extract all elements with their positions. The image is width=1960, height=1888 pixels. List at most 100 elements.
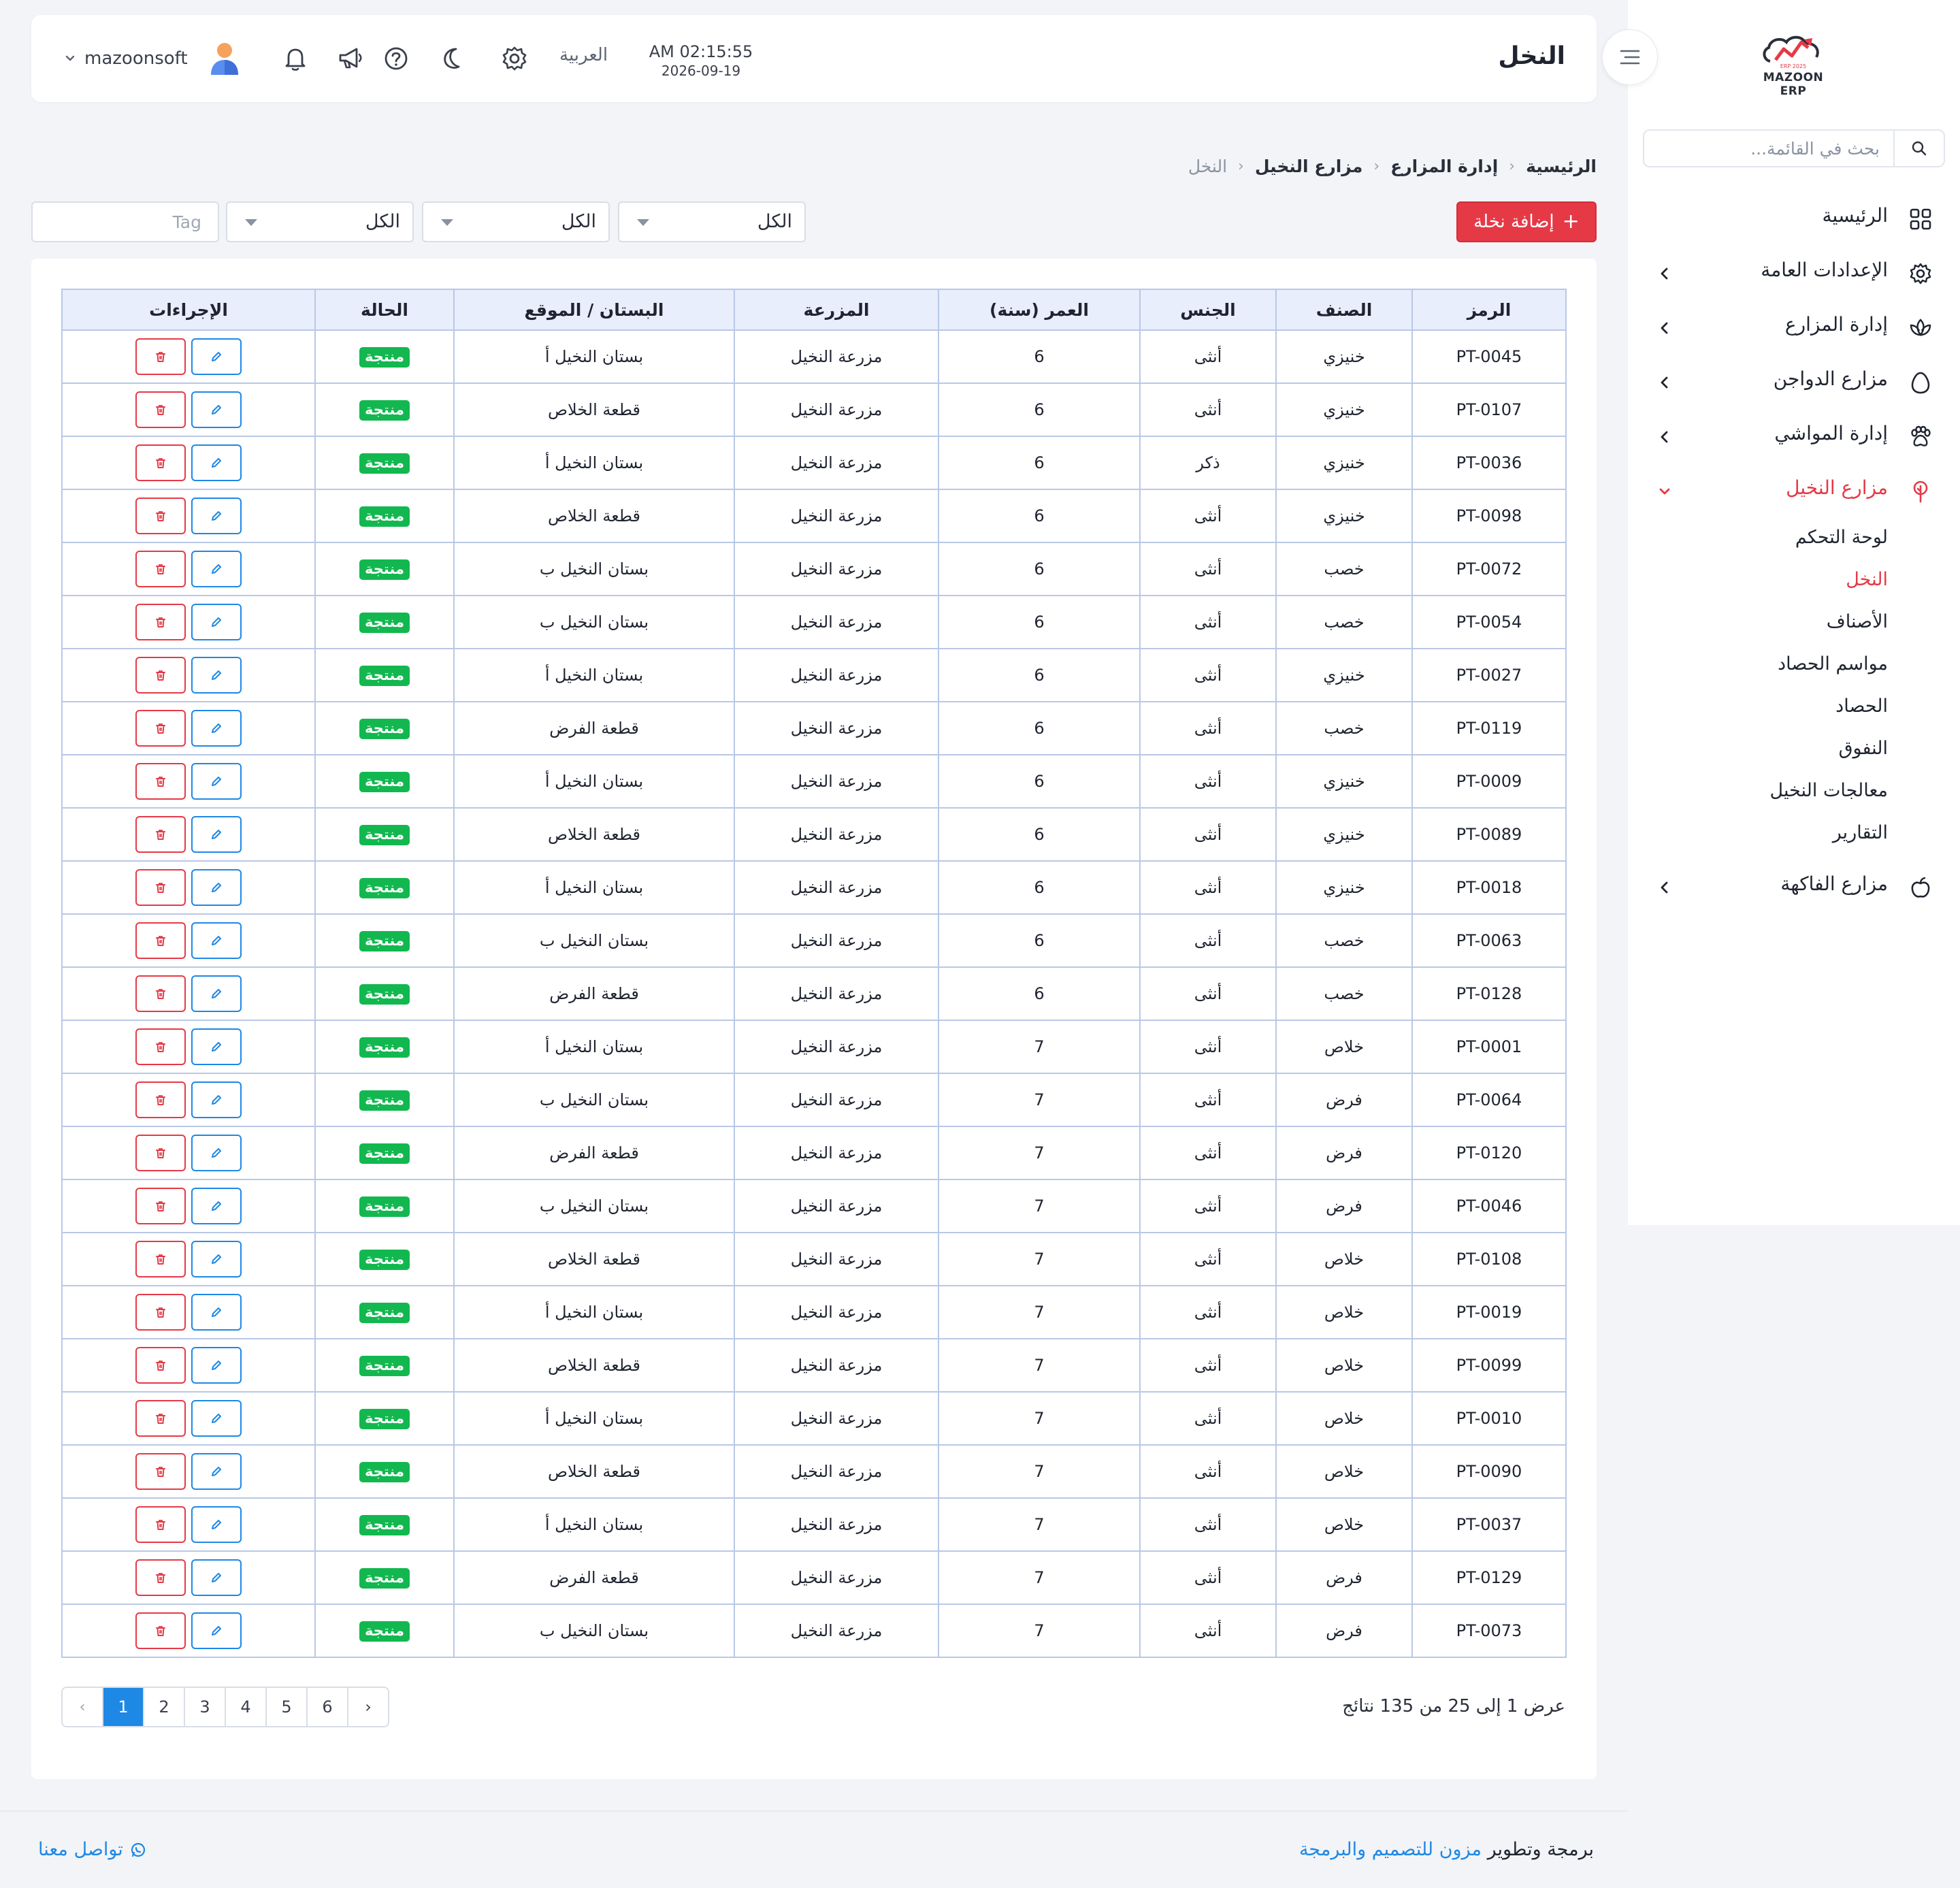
- edit-button[interactable]: [191, 338, 242, 375]
- sidebar-sub-harvest-seasons[interactable]: مواسم الحصاد: [1628, 645, 1960, 687]
- delete-button[interactable]: [135, 338, 186, 375]
- edit-button[interactable]: [191, 1347, 242, 1384]
- delete-button[interactable]: [135, 816, 186, 853]
- edit-button[interactable]: [191, 710, 242, 747]
- sidebar-search[interactable]: بحث في القائمة...: [1643, 129, 1945, 167]
- sidebar-sub-treatments[interactable]: معالجات النخيل: [1628, 772, 1960, 814]
- edit-button[interactable]: [191, 816, 242, 853]
- search-icon[interactable]: [1893, 131, 1944, 166]
- edit-button[interactable]: [191, 975, 242, 1012]
- col-header-location[interactable]: البستان / الموقع: [453, 289, 735, 331]
- edit-button[interactable]: [191, 604, 242, 640]
- delete-button[interactable]: [135, 391, 186, 428]
- delete-button[interactable]: [135, 1400, 186, 1437]
- sidebar-sub-reports[interactable]: التقارير: [1628, 814, 1960, 856]
- sidebar-sub-varieties[interactable]: الأصناف: [1628, 603, 1960, 645]
- sidebar-item-home[interactable]: الرئيسية: [1628, 192, 1960, 246]
- bell-icon[interactable]: [280, 44, 310, 74]
- cell-code[interactable]: PT-0064: [1411, 1073, 1567, 1127]
- sidebar-toggle-button[interactable]: [1602, 29, 1658, 85]
- delete-button[interactable]: [135, 1612, 186, 1649]
- cell-code[interactable]: PT-0098: [1411, 489, 1567, 543]
- edit-button[interactable]: [191, 1612, 242, 1649]
- col-header-gender[interactable]: الجنس: [1139, 289, 1277, 331]
- delete-button[interactable]: [135, 604, 186, 640]
- delete-button[interactable]: [135, 1188, 186, 1224]
- cell-code[interactable]: PT-0099: [1411, 1338, 1567, 1393]
- filter-select-2[interactable]: الكل: [422, 201, 610, 242]
- edit-button[interactable]: [191, 1294, 242, 1331]
- edit-button[interactable]: [191, 1241, 242, 1277]
- delete-button[interactable]: [135, 922, 186, 959]
- cell-code[interactable]: PT-0090: [1411, 1444, 1567, 1499]
- col-header-code[interactable]: الرمز: [1411, 289, 1567, 331]
- delete-button[interactable]: [135, 1241, 186, 1277]
- gear-icon[interactable]: [500, 44, 529, 74]
- cell-code[interactable]: PT-0054: [1411, 595, 1567, 649]
- help-icon[interactable]: [381, 44, 411, 74]
- cell-code[interactable]: PT-0089: [1411, 807, 1567, 862]
- sidebar-item-livestock[interactable]: إدارة المواشي: [1628, 410, 1960, 464]
- edit-button[interactable]: [191, 444, 242, 481]
- cell-code[interactable]: PT-0001: [1411, 1020, 1567, 1074]
- megaphone-icon[interactable]: [335, 44, 365, 74]
- col-header-age[interactable]: العمر (سنة): [938, 289, 1141, 331]
- sidebar-item-general-settings[interactable]: الإعدادات العامة: [1628, 246, 1960, 301]
- cell-code[interactable]: PT-0128: [1411, 966, 1567, 1021]
- pagination-prev[interactable]: ‹: [63, 1688, 103, 1726]
- delete-button[interactable]: [135, 444, 186, 481]
- sidebar-sub-palms[interactable]: النخل: [1628, 561, 1960, 603]
- edit-button[interactable]: [191, 763, 242, 800]
- user-menu[interactable]: mazoonsoft: [63, 41, 241, 76]
- cell-code[interactable]: PT-0108: [1411, 1232, 1567, 1286]
- edit-button[interactable]: [191, 391, 242, 428]
- col-header-farm[interactable]: المزرعة: [734, 289, 939, 331]
- cell-code[interactable]: PT-0019: [1411, 1285, 1567, 1339]
- edit-button[interactable]: [191, 1400, 242, 1437]
- sidebar-sub-mortality[interactable]: النفوق: [1628, 730, 1960, 772]
- cell-code[interactable]: PT-0010: [1411, 1391, 1567, 1446]
- cell-code[interactable]: PT-0107: [1411, 383, 1567, 437]
- sidebar-sub-harvest[interactable]: الحصاد: [1628, 687, 1960, 730]
- pagination-page[interactable]: 5: [267, 1688, 308, 1726]
- footer-credit-link[interactable]: مزون للتصميم والبرمجة: [1299, 1839, 1482, 1860]
- delete-button[interactable]: [135, 975, 186, 1012]
- edit-button[interactable]: [191, 1081, 242, 1118]
- pagination-page[interactable]: 2: [144, 1688, 185, 1726]
- cell-code[interactable]: PT-0072: [1411, 542, 1567, 596]
- sidebar-item-palm-farms[interactable]: مزارع النخيل: [1628, 464, 1960, 519]
- add-palm-button[interactable]: + إضافة نخلة: [1456, 201, 1597, 242]
- cell-code[interactable]: PT-0018: [1411, 860, 1567, 915]
- delete-button[interactable]: [135, 1081, 186, 1118]
- pagination-page[interactable]: 1: [103, 1688, 144, 1726]
- edit-button[interactable]: [191, 1028, 242, 1065]
- sidebar-sub-dashboard[interactable]: لوحة التحكم: [1628, 519, 1960, 561]
- delete-button[interactable]: [135, 1453, 186, 1490]
- language-switch[interactable]: العربية: [559, 45, 608, 65]
- cell-code[interactable]: PT-0119: [1411, 701, 1567, 755]
- contact-us-link[interactable]: تواصل معنا: [38, 1839, 146, 1860]
- pagination-next[interactable]: ›: [348, 1688, 388, 1726]
- delete-button[interactable]: [135, 657, 186, 694]
- breadcrumb-home[interactable]: الرئيسية: [1526, 157, 1597, 176]
- breadcrumb-farm-management[interactable]: إدارة المزارع: [1390, 157, 1498, 176]
- filter-select-1[interactable]: الكل: [618, 201, 806, 242]
- delete-button[interactable]: [135, 1347, 186, 1384]
- edit-button[interactable]: [191, 498, 242, 534]
- edit-button[interactable]: [191, 657, 242, 694]
- delete-button[interactable]: [135, 869, 186, 906]
- edit-button[interactable]: [191, 1135, 242, 1171]
- edit-button[interactable]: [191, 922, 242, 959]
- sidebar-item-poultry[interactable]: مزارع الدواجن: [1628, 355, 1960, 410]
- pagination-page[interactable]: 6: [308, 1688, 348, 1726]
- delete-button[interactable]: [135, 1294, 186, 1331]
- pagination-page[interactable]: 4: [226, 1688, 267, 1726]
- edit-button[interactable]: [191, 1453, 242, 1490]
- cell-code[interactable]: PT-0009: [1411, 754, 1567, 809]
- delete-button[interactable]: [135, 1506, 186, 1543]
- breadcrumb-palm-farms[interactable]: مزارع النخيل: [1255, 157, 1362, 176]
- cell-code[interactable]: PT-0045: [1411, 329, 1567, 384]
- delete-button[interactable]: [135, 551, 186, 587]
- delete-button[interactable]: [135, 1135, 186, 1171]
- delete-button[interactable]: [135, 763, 186, 800]
